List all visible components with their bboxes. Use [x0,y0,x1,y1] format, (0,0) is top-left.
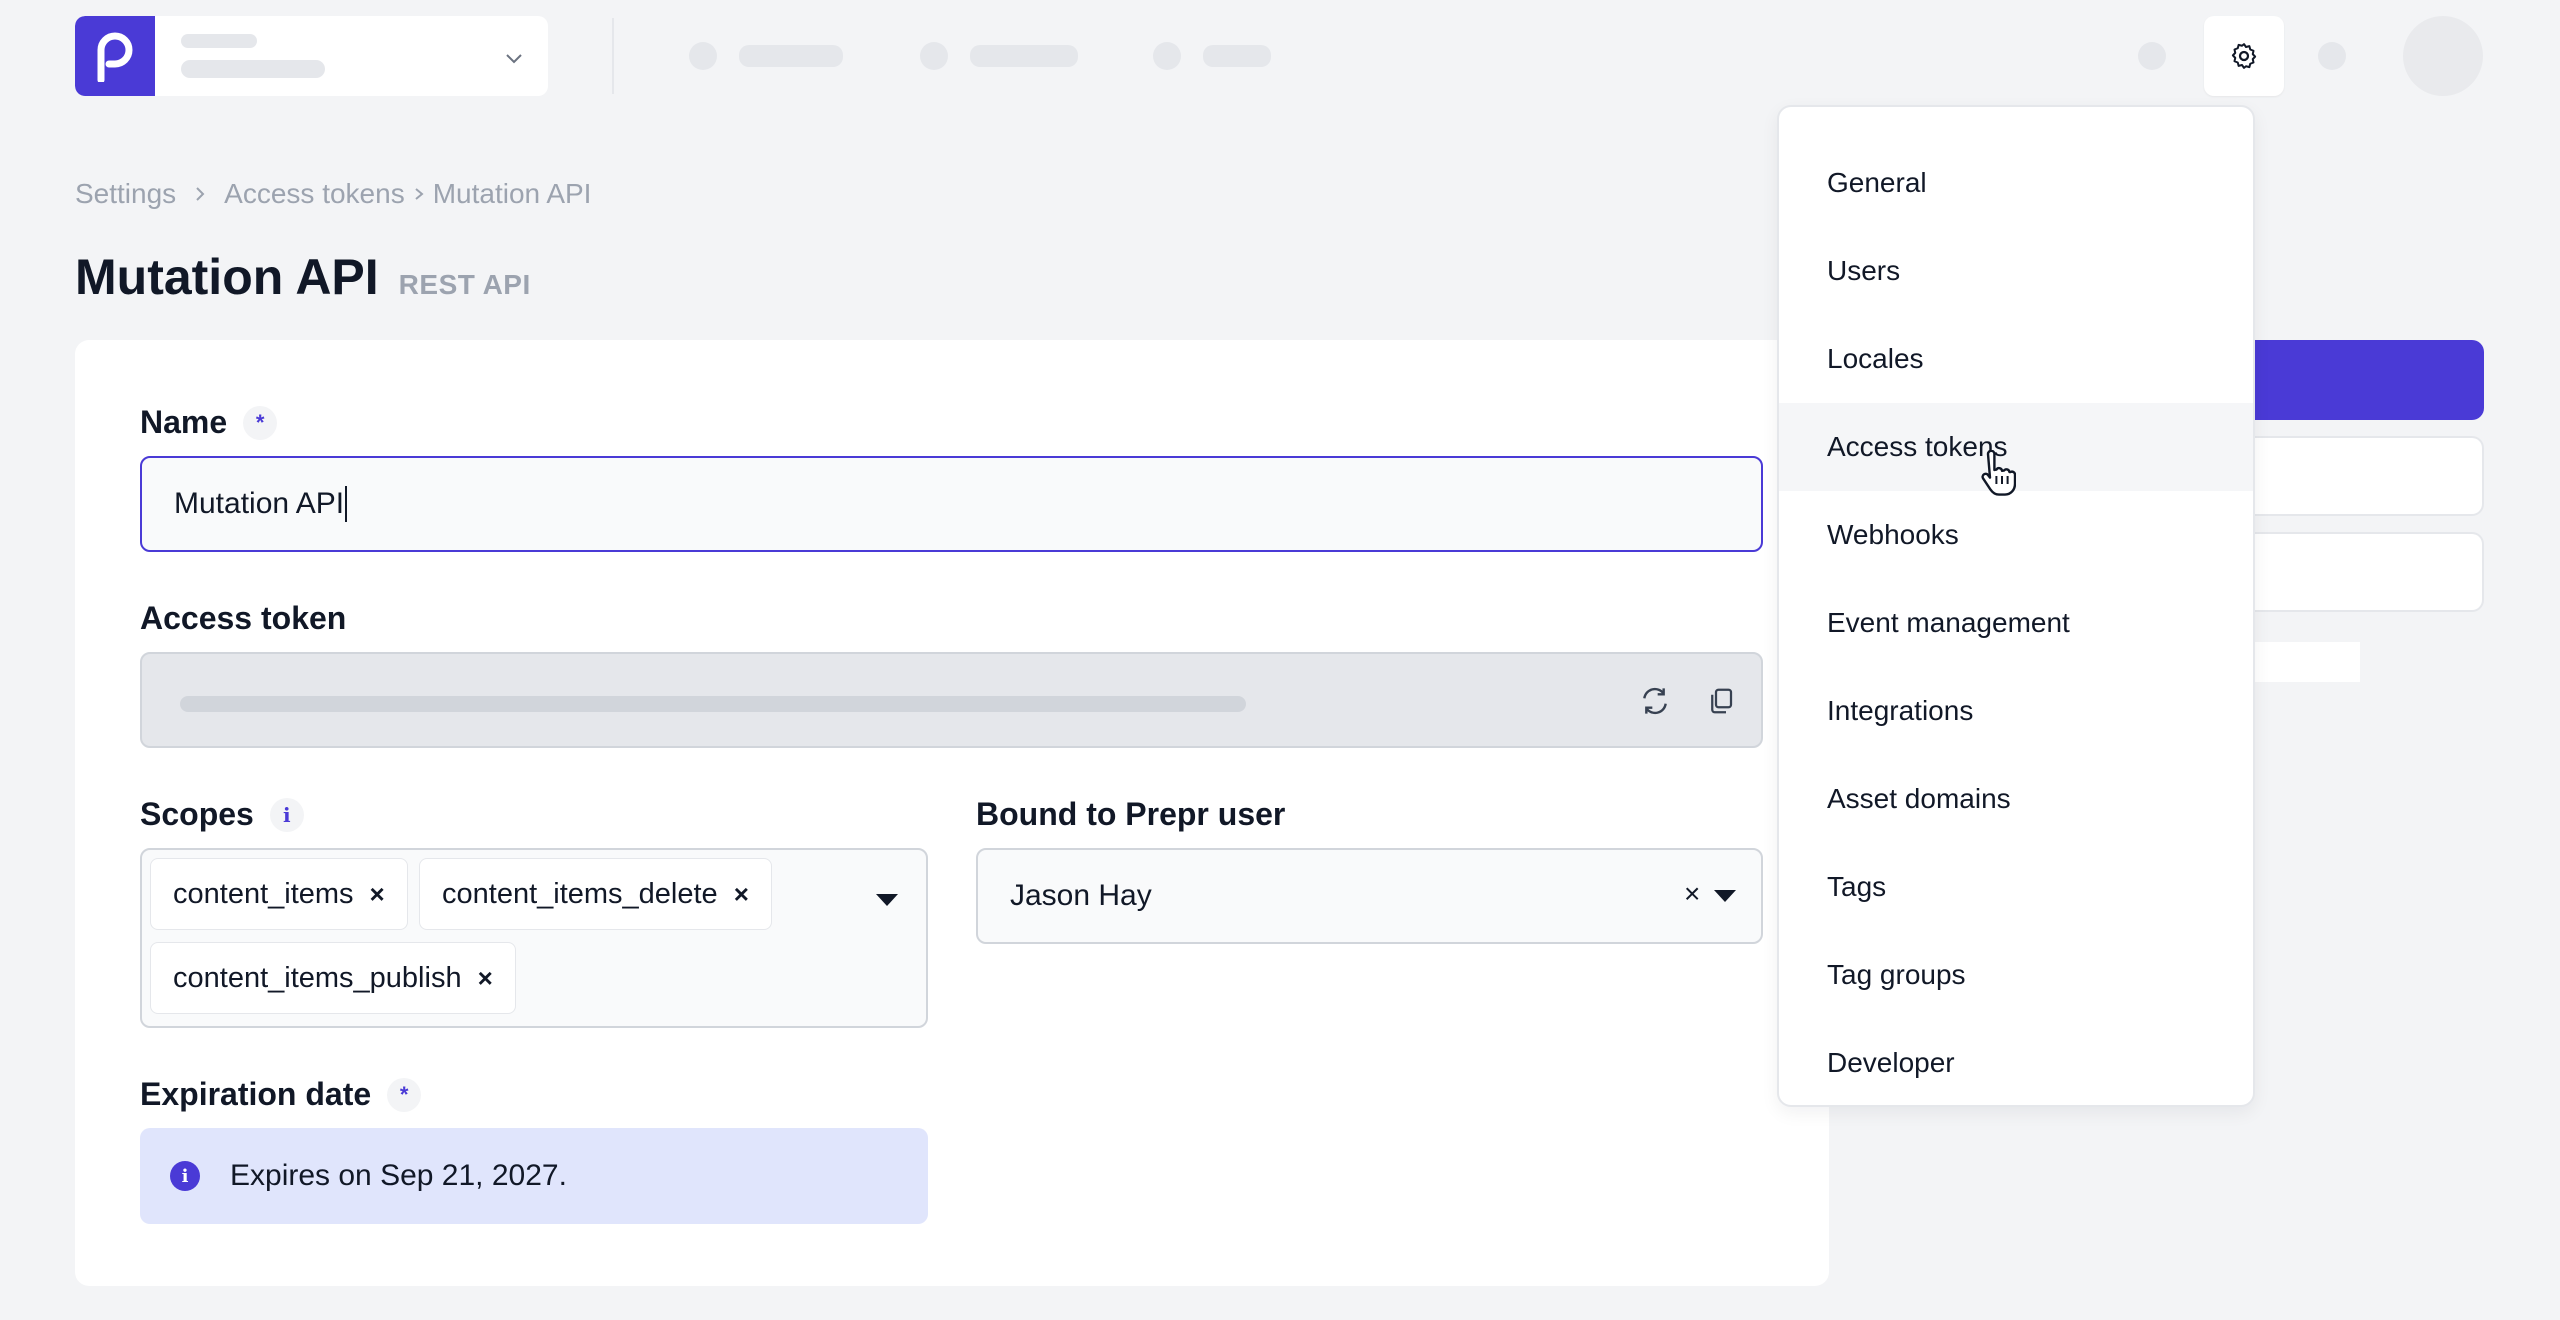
scope-chip: content_items × [150,858,408,930]
hand-pointer-cursor-icon [1981,450,2016,496]
settings-menu: General Users Locales Access tokens Webh… [1777,105,2255,1107]
scope-chip: content_items_delete × [419,858,772,930]
remove-icon[interactable]: × [734,879,749,910]
nav-item-placeholder[interactable] [920,42,1078,70]
name-input[interactable]: Mutation API [140,456,1763,552]
menu-item-webhooks[interactable]: Webhooks [1779,491,2253,579]
scopes-label-text: Scopes [140,796,254,832]
breadcrumb-current: Mutation API [432,178,592,209]
scopes-multiselect[interactable]: content_items × content_items_delete × c… [140,848,928,1028]
info-icon: i [170,1161,200,1191]
topbar-divider [612,18,614,94]
name-input-value: Mutation API [174,487,345,520]
bound-user-label: Bound to Prepr user [976,796,1286,832]
brand-logo [75,16,155,96]
workspace-name-placeholder [181,34,548,78]
gear-icon [2231,43,2257,69]
avatar[interactable] [2403,16,2483,96]
access-token-masked [180,696,1246,712]
menu-item-users[interactable]: Users [1779,227,2253,315]
dropdown-caret-icon[interactable] [1714,890,1736,902]
settings-button[interactable] [2204,16,2284,96]
name-label-text: Name [140,404,228,440]
dropdown-caret-icon[interactable] [876,894,898,906]
nav-item-placeholder[interactable] [1153,42,1271,70]
notification-icon[interactable] [2138,42,2166,70]
text-caret [345,486,348,522]
page-title: Mutation API [75,249,379,305]
menu-item-tag-groups[interactable]: Tag groups [1779,931,2253,1019]
access-token-field [140,652,1763,748]
help-icon[interactable] [2318,42,2346,70]
copy-icon[interactable] [1702,682,1740,720]
chevron-right-icon [190,184,210,204]
scope-chip-label: content_items_delete [442,877,718,910]
scope-chip-label: content_items [173,877,354,910]
menu-item-tags[interactable]: Tags [1779,843,2253,931]
menu-item-developer[interactable]: Developer [1779,1019,2253,1107]
expiration-label: Expiration date * [140,1076,422,1113]
required-indicator: * [387,1077,422,1112]
remove-icon[interactable]: × [478,963,493,994]
page-subtitle: REST API [398,269,531,300]
expiration-notice: i Expires on Sep 21, 2027. [140,1128,928,1224]
scope-chip-label: content_items_publish [173,961,462,994]
regenerate-icon[interactable] [1636,682,1674,720]
clear-icon[interactable]: × [1684,878,1700,910]
breadcrumb-access-tokens[interactable]: Access tokens [224,178,405,210]
expiration-label-text: Expiration date [140,1076,372,1112]
access-token-label: Access token [140,600,347,636]
name-label: Name * [140,404,278,441]
breadcrumb: Settings Access tokens Mutation API [75,178,591,210]
nav-item-placeholder[interactable] [689,42,843,70]
page-header: Mutation API REST API [75,248,531,306]
token-form-card: Name * Mutation API Access token Scopes … [75,340,1829,1286]
bound-user-value: Jason Hay [1010,879,1152,912]
scope-chip: content_items_publish × [150,942,516,1014]
menu-item-access-tokens[interactable]: Access tokens [1779,403,2253,491]
menu-item-asset-domains[interactable]: Asset domains [1779,755,2253,843]
scopes-label: Scopes i [140,796,304,833]
required-indicator: * [243,405,278,440]
bound-user-select[interactable]: Jason Hay × [976,848,1763,944]
prepr-logo-icon [97,32,133,82]
remove-icon[interactable]: × [370,879,385,910]
breadcrumb-settings[interactable]: Settings [75,178,176,210]
menu-item-event-management[interactable]: Event management [1779,579,2253,667]
menu-item-locales[interactable]: Locales [1779,315,2253,403]
top-bar [0,0,2560,112]
info-icon[interactable]: i [269,797,304,832]
menu-item-general[interactable]: General [1779,139,2253,227]
chevron-down-icon [506,54,522,64]
workspace-switcher[interactable] [75,16,548,96]
menu-item-integrations[interactable]: Integrations [1779,667,2253,755]
expiration-text: Expires on Sep 21, 2027. [230,1159,567,1192]
chevron-right-icon [411,184,427,204]
